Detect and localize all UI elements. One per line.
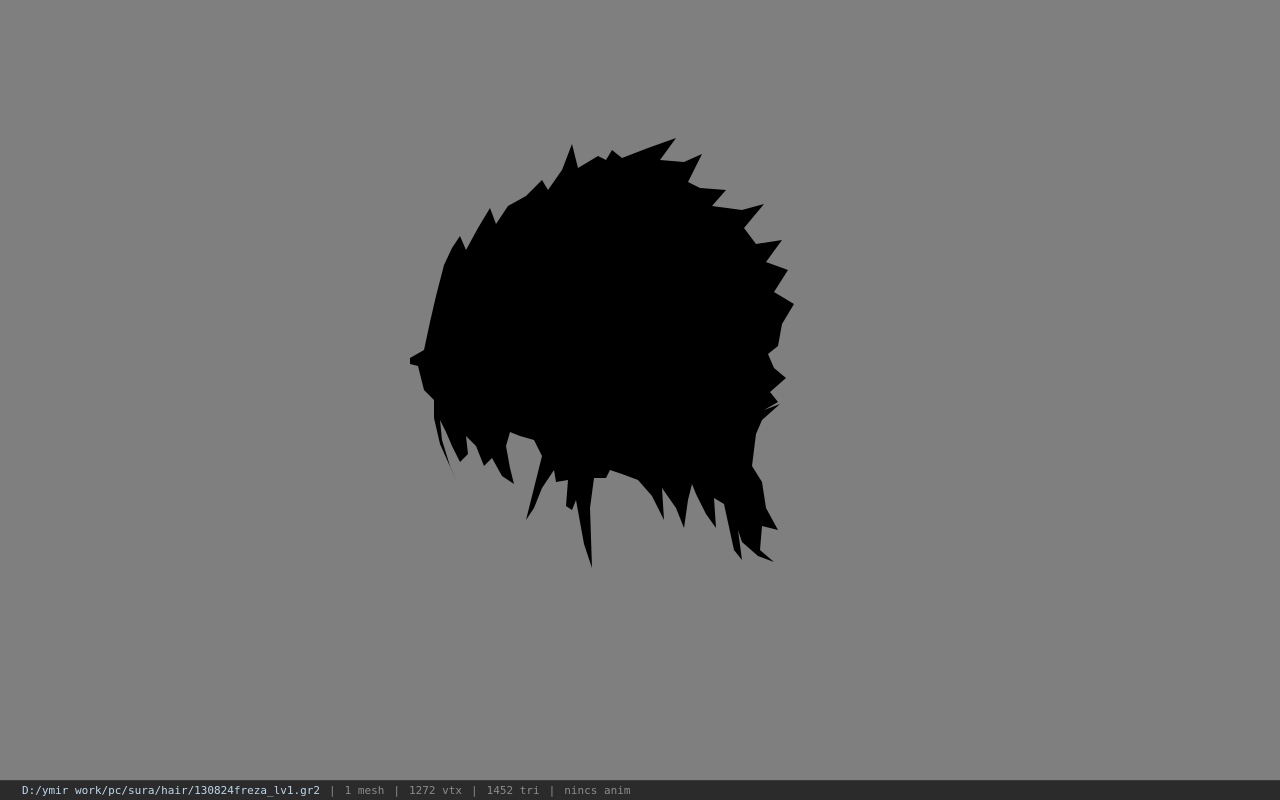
separator: | [548, 784, 556, 797]
file-path: D:/ymir work/pc/sura/hair/130824freza_lv… [22, 784, 321, 797]
separator: | [471, 784, 478, 797]
triangle-count: 1452 tri [486, 784, 540, 797]
separator: | [393, 784, 401, 797]
mesh-count: 1 mesh [344, 784, 385, 797]
3d-viewport[interactable] [0, 0, 1280, 780]
animation-status: nincs anim [564, 784, 631, 797]
status-bar: D:/ymir work/pc/sura/hair/130824freza_lv… [0, 780, 1280, 800]
vertex-count: 1272 vtx [409, 784, 462, 797]
separator: | [329, 784, 336, 797]
hair-model-silhouette [410, 138, 794, 568]
